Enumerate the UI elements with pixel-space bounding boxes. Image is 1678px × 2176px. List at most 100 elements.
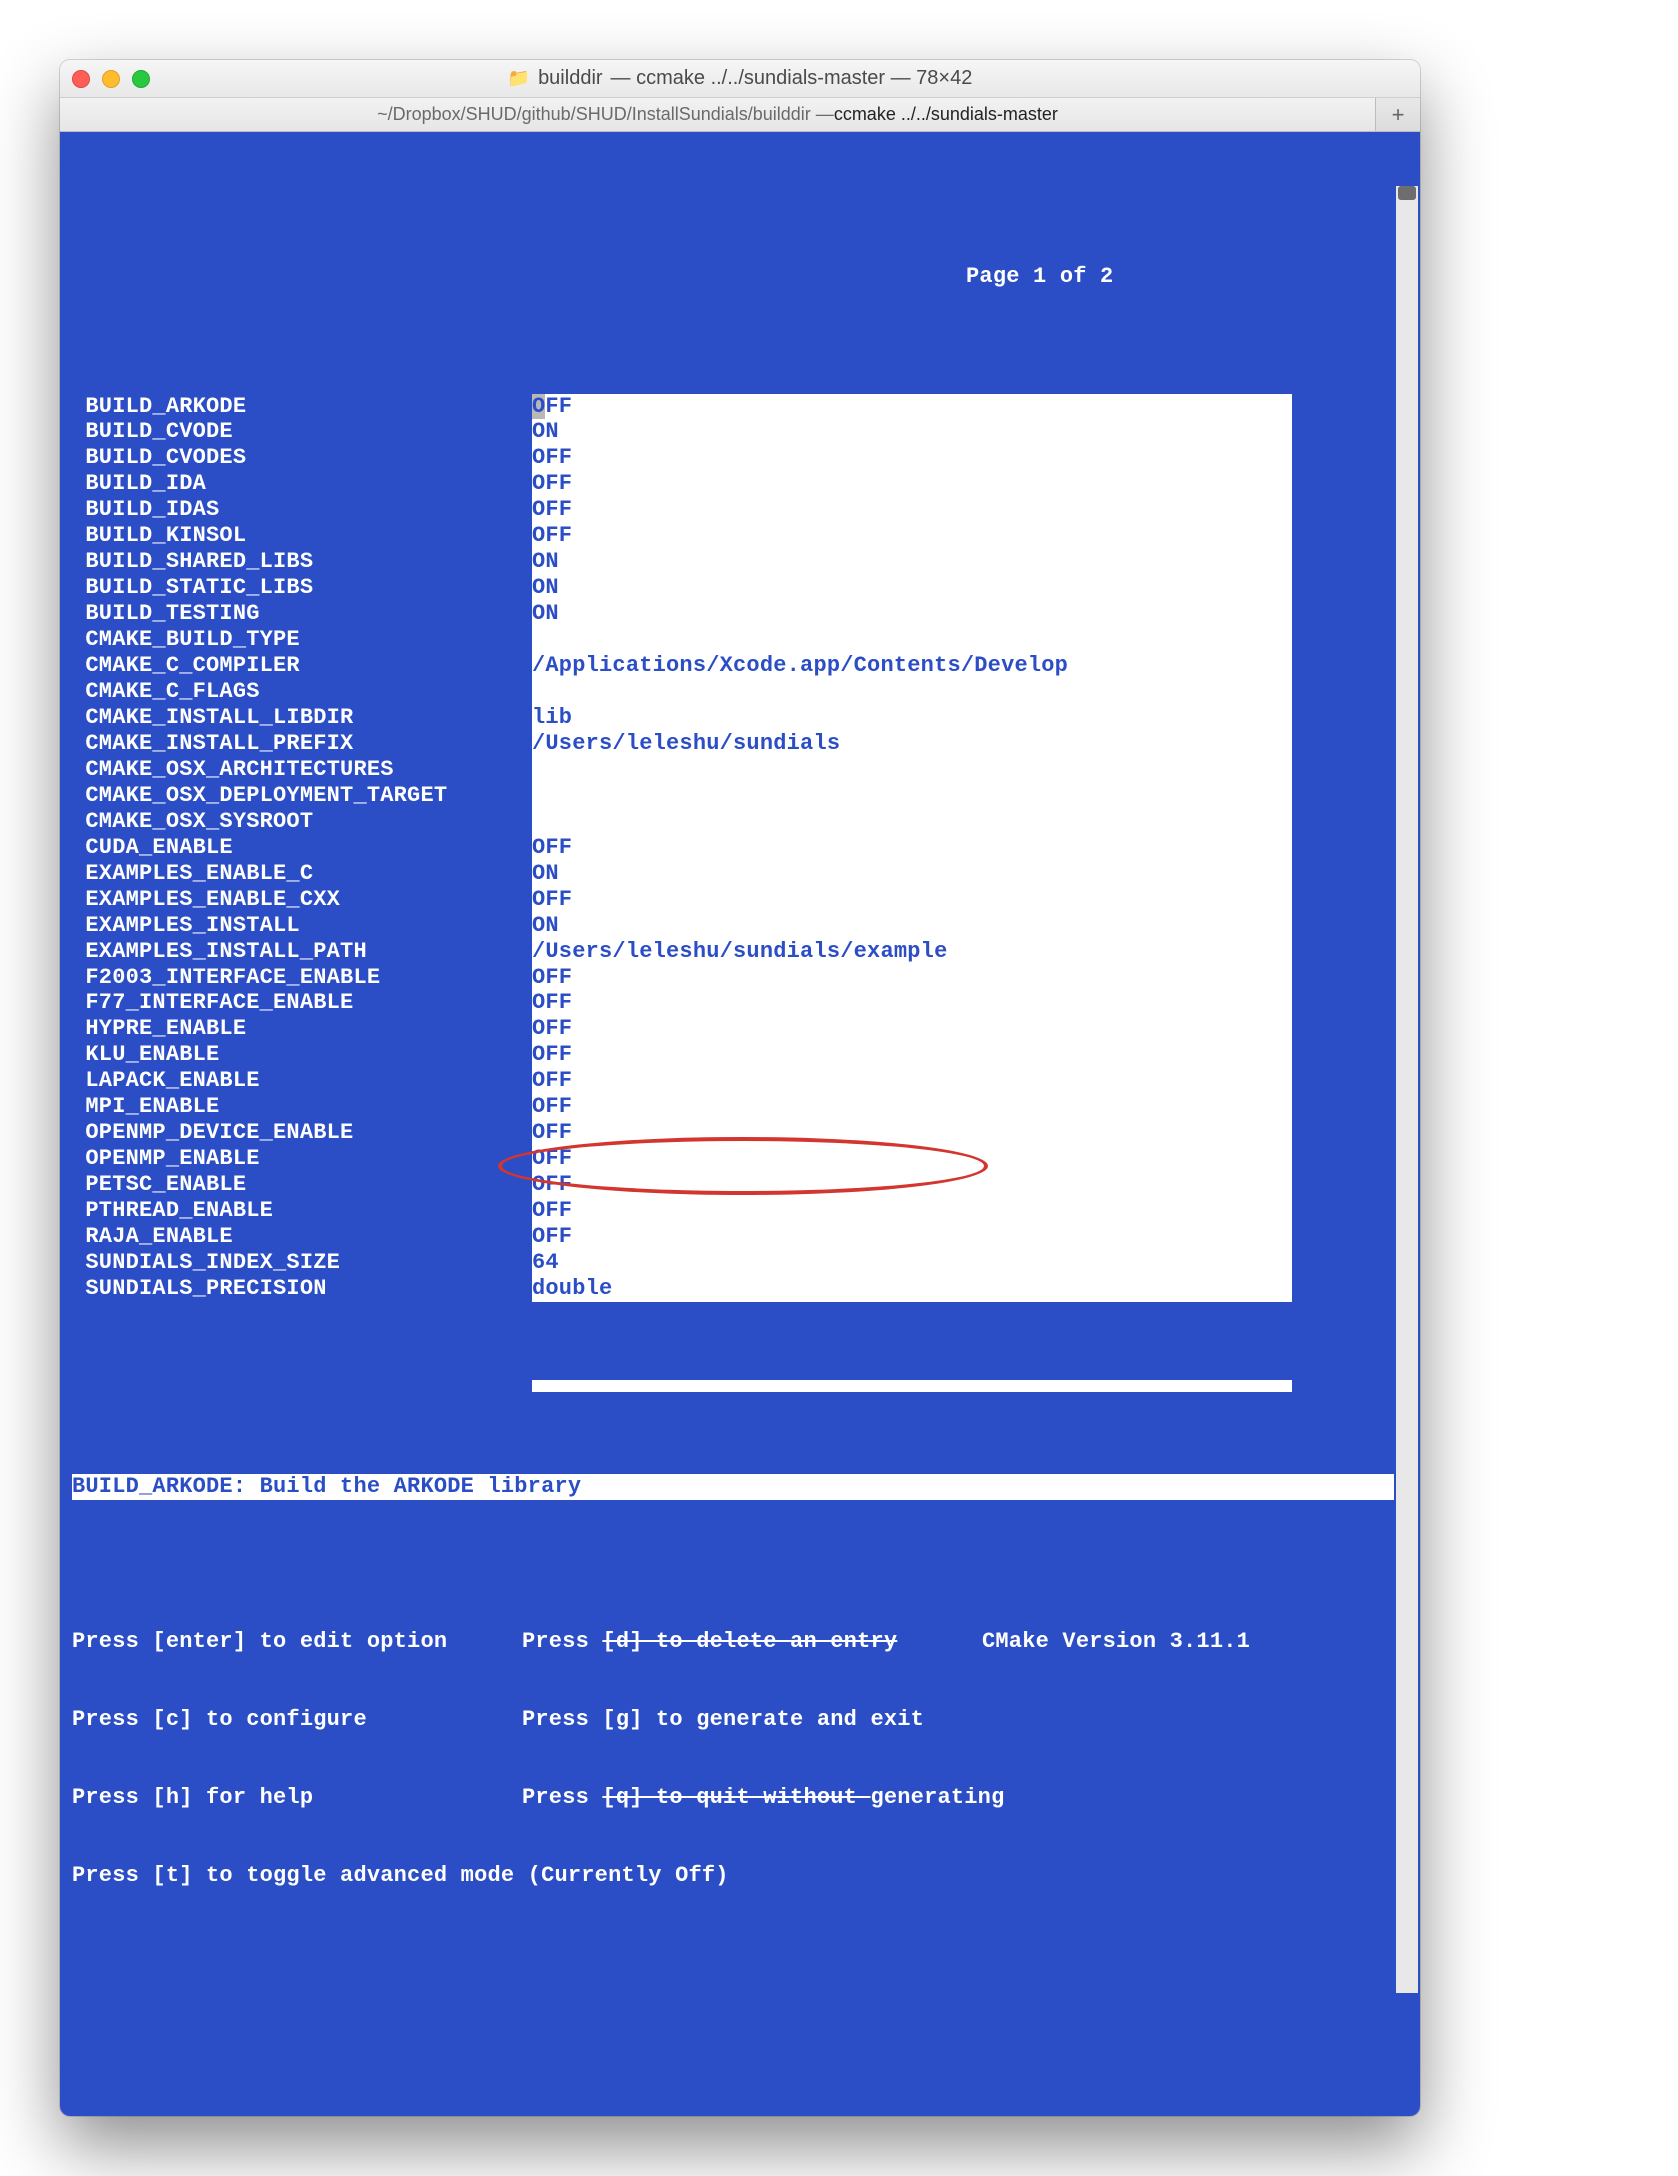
folder-icon: 📁 <box>508 68 530 89</box>
config-entry[interactable]: F2003_INTERFACE_ENABLEOFF <box>72 965 1394 991</box>
config-entry[interactable]: F77_INTERFACE_ENABLEOFF <box>72 990 1394 1016</box>
config-entry[interactable]: CMAKE_INSTALL_PREFIX/Users/leleshu/sundi… <box>72 731 1394 757</box>
entry-value[interactable] <box>532 783 1292 809</box>
entry-value[interactable]: OFF <box>532 1094 1292 1120</box>
title-folder: builddir <box>538 67 602 90</box>
page-indicator: Page 1 of 2 <box>966 264 1113 289</box>
config-entry[interactable]: SUNDIALS_INDEX_SIZE64 <box>72 1250 1394 1276</box>
entry-value[interactable]: ON <box>532 913 1292 939</box>
config-entry[interactable]: CMAKE_C_FLAGS <box>72 679 1394 705</box>
config-entries: BUILD_ARKODEOFF BUILD_CVODEON BUILD_CVOD… <box>72 394 1394 1302</box>
config-entry[interactable]: RAJA_ENABLEOFF <box>72 1224 1394 1250</box>
entry-value[interactable]: OFF <box>532 1224 1292 1250</box>
entry-name: EXAMPLES_INSTALL <box>72 913 532 939</box>
config-entry[interactable]: MPI_ENABLEOFF <box>72 1094 1394 1120</box>
config-entry[interactable]: CUDA_ENABLEOFF <box>72 835 1394 861</box>
entry-name: PTHREAD_ENABLE <box>72 1198 532 1224</box>
entry-name: PETSC_ENABLE <box>72 1172 532 1198</box>
entry-value[interactable]: OFF <box>532 1146 1292 1172</box>
entry-value[interactable]: OFF <box>532 965 1292 991</box>
config-entry[interactable]: SUNDIALS_PRECISIONdouble <box>72 1276 1394 1302</box>
config-entry[interactable]: BUILD_ARKODEOFF <box>72 394 1394 420</box>
entry-value[interactable]: 64 <box>532 1250 1292 1276</box>
entry-name: CMAKE_INSTALL_PREFIX <box>72 731 532 757</box>
config-entry[interactable]: OPENMP_ENABLEOFF <box>72 1146 1394 1172</box>
entry-value[interactable]: /Users/leleshu/sundials <box>532 731 1292 757</box>
config-entry[interactable]: KLU_ENABLEOFF <box>72 1042 1394 1068</box>
entry-name: CMAKE_OSX_SYSROOT <box>72 809 532 835</box>
status-block: Press [enter] to edit option Press [d] t… <box>72 1577 1394 1940</box>
entry-name: LAPACK_ENABLE <box>72 1068 532 1094</box>
entry-name: F2003_INTERFACE_ENABLE <box>72 965 532 991</box>
entry-name: OPENMP_ENABLE <box>72 1146 532 1172</box>
config-entry[interactable]: EXAMPLES_INSTALL_PATH/Users/leleshu/sund… <box>72 939 1394 965</box>
config-entry[interactable]: CMAKE_OSX_SYSROOT <box>72 809 1394 835</box>
config-entry[interactable]: CMAKE_BUILD_TYPE <box>72 627 1394 653</box>
config-entry[interactable]: EXAMPLES_ENABLE_CXXOFF <box>72 887 1394 913</box>
entry-value[interactable]: ON <box>532 601 1292 627</box>
config-entry[interactable]: BUILD_TESTINGON <box>72 601 1394 627</box>
entry-value[interactable]: OFF <box>532 887 1292 913</box>
entry-value[interactable]: /Applications/Xcode.app/Contents/Develop <box>532 653 1292 679</box>
config-entry[interactable]: OPENMP_DEVICE_ENABLEOFF <box>72 1120 1394 1146</box>
entry-value[interactable]: OFF <box>532 990 1292 1016</box>
entry-value[interactable] <box>532 757 1292 783</box>
entry-name: BUILD_KINSOL <box>72 523 532 549</box>
scrollbar-thumb[interactable] <box>1398 186 1416 200</box>
entry-name: CMAKE_C_FLAGS <box>72 679 532 705</box>
entry-value[interactable]: OFF <box>532 1068 1292 1094</box>
entry-value[interactable]: OFF <box>532 1172 1292 1198</box>
scrollbar[interactable] <box>1396 186 1418 1993</box>
entry-value[interactable]: OFF <box>532 1016 1292 1042</box>
entry-value[interactable]: OFF <box>532 497 1292 523</box>
config-entry[interactable]: CMAKE_OSX_ARCHITECTURES <box>72 757 1394 783</box>
config-entry[interactable]: LAPACK_ENABLEOFF <box>72 1068 1394 1094</box>
entry-value[interactable]: OFF <box>532 1198 1292 1224</box>
entry-name: CUDA_ENABLE <box>72 835 532 861</box>
close-button[interactable] <box>72 70 90 88</box>
new-tab-button[interactable]: + <box>1376 98 1420 131</box>
config-entry[interactable]: EXAMPLES_ENABLE_CON <box>72 861 1394 887</box>
entry-value[interactable]: OFF <box>532 523 1292 549</box>
config-entry[interactable]: EXAMPLES_INSTALLON <box>72 913 1394 939</box>
help-line: BUILD_ARKODE: Build the ARKODE library <box>72 1474 1394 1500</box>
entry-value[interactable]: OFF <box>532 394 1292 420</box>
config-entry[interactable]: BUILD_CVODEON <box>72 419 1394 445</box>
entry-value[interactable]: OFF <box>532 1042 1292 1068</box>
tab-active[interactable]: ~/Dropbox/SHUD/github/SHUD/InstallSundia… <box>60 98 1376 131</box>
config-entry[interactable]: HYPRE_ENABLEOFF <box>72 1016 1394 1042</box>
config-entry[interactable]: PETSC_ENABLEOFF <box>72 1172 1394 1198</box>
config-entry[interactable]: CMAKE_C_COMPILER/Applications/Xcode.app/… <box>72 653 1394 679</box>
entry-value[interactable]: OFF <box>532 1120 1292 1146</box>
tab-cmd: ccmake ../../sundials-master <box>834 104 1058 125</box>
entry-value[interactable]: ON <box>532 575 1292 601</box>
entry-value[interactable]: ON <box>532 419 1292 445</box>
entry-value[interactable] <box>532 809 1292 835</box>
entry-value[interactable]: OFF <box>532 471 1292 497</box>
entry-value[interactable]: OFF <box>532 835 1292 861</box>
entry-value[interactable]: OFF <box>532 445 1292 471</box>
minimize-button[interactable] <box>102 70 120 88</box>
config-entry[interactable]: BUILD_IDAOFF <box>72 471 1394 497</box>
config-entry[interactable]: BUILD_IDASOFF <box>72 497 1394 523</box>
zoom-button[interactable] <box>132 70 150 88</box>
config-entry[interactable]: BUILD_CVODESOFF <box>72 445 1394 471</box>
hint-quit: Press [q] to quit without generating <box>522 1785 982 1811</box>
entry-value[interactable]: ON <box>532 861 1292 887</box>
entry-value[interactable]: /Users/leleshu/sundials/example <box>532 939 1292 965</box>
entry-value[interactable]: double <box>532 1276 1292 1302</box>
config-entry[interactable]: BUILD_KINSOLOFF <box>72 523 1394 549</box>
entry-value[interactable] <box>532 679 1292 705</box>
entry-value[interactable] <box>532 627 1292 653</box>
entry-value[interactable]: lib <box>532 705 1292 731</box>
config-entry[interactable]: BUILD_SHARED_LIBSON <box>72 549 1394 575</box>
config-entry[interactable]: PTHREAD_ENABLEOFF <box>72 1198 1394 1224</box>
terminal-body[interactable]: Page 1 of 2 BUILD_ARKODEOFF BUILD_CVODEO… <box>60 132 1420 2116</box>
entry-name: BUILD_TESTING <box>72 601 532 627</box>
entry-name: CMAKE_C_COMPILER <box>72 653 532 679</box>
config-entry[interactable]: CMAKE_INSTALL_LIBDIRlib <box>72 705 1394 731</box>
entry-name: BUILD_IDAS <box>72 497 532 523</box>
config-entry[interactable]: CMAKE_OSX_DEPLOYMENT_TARGET <box>72 783 1394 809</box>
config-entry[interactable]: BUILD_STATIC_LIBSON <box>72 575 1394 601</box>
entry-value[interactable]: ON <box>532 549 1292 575</box>
